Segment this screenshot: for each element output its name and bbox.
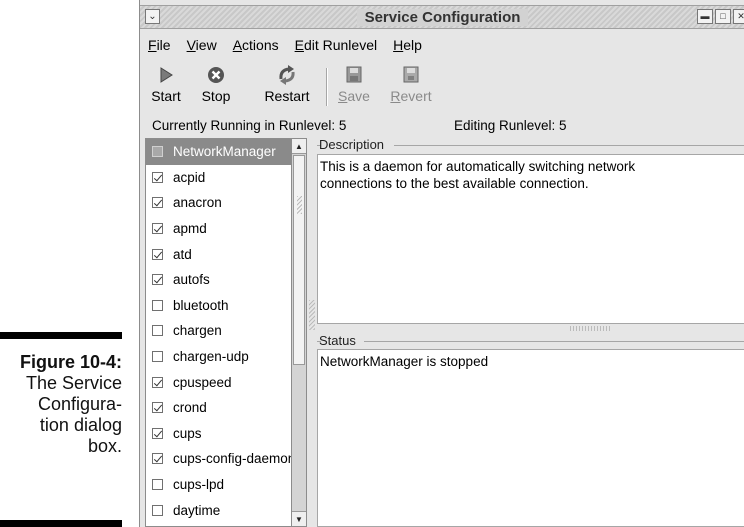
status-text: NetworkManager is stopped: [320, 354, 489, 369]
description-panel: This is a daemon for automatically switc…: [317, 154, 744, 324]
stop-icon: [208, 67, 224, 83]
restart-icon: [279, 65, 295, 85]
service-checkbox[interactable]: [152, 479, 163, 491]
start-button[interactable]: Start: [148, 64, 184, 110]
menu-bar: File View Actions Edit Runlevel Help: [140, 32, 744, 58]
list-item[interactable]: daytime: [146, 497, 291, 523]
list-item[interactable]: apmd: [146, 216, 291, 242]
caption-line: The Service: [25, 373, 122, 393]
service-configuration-window: ⌄ Service Configuration ▬ □ ✕ File View …: [139, 0, 744, 527]
list-item[interactable]: cups: [146, 421, 291, 447]
service-checkbox[interactable]: [152, 402, 163, 414]
scrollbar-thumb[interactable]: [293, 155, 305, 365]
revert-icon: [403, 66, 419, 83]
service-checkbox[interactable]: [152, 351, 163, 363]
status-panel: NetworkManager is stopped: [317, 349, 744, 527]
menu-actions[interactable]: Actions: [225, 32, 287, 58]
service-list-scrollbar[interactable]: ▲ ▼: [292, 138, 307, 527]
floppy-disk-icon: [346, 66, 362, 83]
toolbar-separator: [326, 68, 328, 106]
service-checkbox[interactable]: [152, 248, 163, 260]
caption-rule-top: [0, 332, 122, 339]
scroll-down-icon[interactable]: ▼: [292, 511, 306, 526]
figure-label: Figure 10-4:: [19, 352, 122, 372]
pane-resize-handle[interactable]: [309, 300, 315, 330]
list-item[interactable]: autofs: [146, 267, 291, 293]
restart-button[interactable]: Restart: [260, 64, 314, 110]
play-icon: [160, 67, 173, 83]
list-item[interactable]: crond: [146, 395, 291, 421]
service-checkbox[interactable]: [152, 146, 163, 158]
caption-line: box.: [87, 436, 122, 456]
title-bar[interactable]: ⌄ Service Configuration ▬ □ ✕: [140, 5, 744, 29]
list-item[interactable]: cpuspeed: [146, 369, 291, 395]
list-item[interactable]: atd: [146, 241, 291, 267]
list-item[interactable]: chargen-udp: [146, 344, 291, 370]
maximize-icon[interactable]: □: [715, 9, 731, 24]
service-checkbox[interactable]: [152, 453, 163, 465]
service-checkbox[interactable]: [152, 171, 163, 183]
current-runlevel-label: Currently Running in Runlevel: 5: [152, 118, 347, 133]
service-checkbox[interactable]: [152, 427, 163, 439]
service-checkbox[interactable]: [152, 223, 163, 235]
service-checkbox[interactable]: [152, 274, 163, 286]
toolbar: Start Stop Restart Save Revert: [140, 60, 744, 114]
caption-line: Configura-: [37, 394, 122, 414]
caption-line: tion dialog: [39, 415, 122, 435]
service-checkbox[interactable]: [152, 504, 163, 516]
list-item[interactable]: NetworkManager: [146, 139, 291, 165]
split-resize-handle[interactable]: [570, 326, 610, 331]
menu-help[interactable]: Help: [385, 32, 430, 58]
menu-file[interactable]: File: [140, 32, 179, 58]
service-checkbox[interactable]: [152, 197, 163, 209]
service-list: NetworkManager acpid anacron apmd atd au…: [145, 138, 292, 527]
list-item[interactable]: chargen: [146, 318, 291, 344]
window-title: Service Configuration: [356, 9, 529, 26]
editing-runlevel-label: Editing Runlevel: 5: [454, 118, 567, 133]
revert-button[interactable]: Revert: [388, 64, 434, 110]
service-checkbox[interactable]: [152, 376, 163, 388]
service-checkbox[interactable]: [152, 299, 163, 311]
caption-rule-bottom: [0, 520, 122, 527]
list-item[interactable]: bluetooth: [146, 293, 291, 319]
list-item[interactable]: cups-lpd: [146, 472, 291, 498]
close-icon[interactable]: ✕: [733, 9, 744, 24]
minimize-icon[interactable]: ▬: [697, 9, 713, 24]
menu-edit-runlevel[interactable]: Edit Runlevel: [287, 32, 386, 58]
list-item[interactable]: anacron: [146, 190, 291, 216]
menu-view[interactable]: View: [179, 32, 225, 58]
status-heading: Status: [319, 333, 356, 348]
stop-button[interactable]: Stop: [196, 64, 236, 110]
service-checkbox[interactable]: [152, 325, 163, 337]
list-item[interactable]: [146, 523, 291, 526]
scroll-up-icon[interactable]: ▲: [292, 139, 306, 154]
save-button[interactable]: Save: [336, 64, 372, 110]
list-item[interactable]: cups-config-daemon: [146, 446, 291, 472]
figure-caption: Figure 10-4: The Service Configura- tion…: [0, 352, 122, 457]
description-heading: Description: [319, 137, 385, 152]
description-text: This is a daemon for automatically switc…: [320, 159, 636, 191]
list-item[interactable]: acpid: [146, 165, 291, 191]
